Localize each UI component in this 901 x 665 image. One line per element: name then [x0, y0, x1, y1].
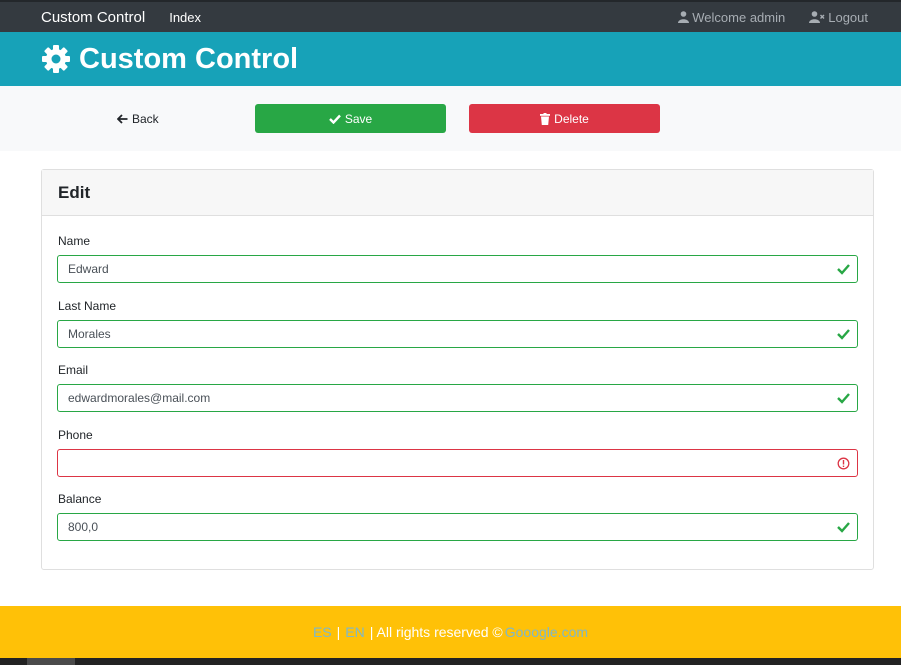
user-icon	[678, 11, 690, 23]
lang-en-link[interactable]: EN	[345, 624, 364, 640]
welcome-link[interactable]: Welcome admin	[678, 10, 785, 25]
bottom-strip	[0, 658, 901, 665]
last-name-label: Last Name	[58, 299, 117, 313]
welcome-text: Welcome admin	[692, 9, 786, 25]
back-label: Back	[132, 112, 159, 126]
bottom-tab	[27, 658, 75, 665]
logout-text: Logout	[828, 9, 868, 25]
brand-link[interactable]: Custom Control	[41, 9, 145, 26]
balance-label: Balance	[58, 492, 102, 506]
email-field-wrapper	[57, 384, 858, 412]
lang-es-link[interactable]: ES	[313, 624, 332, 640]
last-name-input[interactable]	[58, 321, 857, 347]
user-times-icon	[809, 11, 825, 23]
name-label: Name	[58, 234, 91, 248]
arrow-left-icon	[117, 114, 128, 124]
edit-card: Edit Name Last Name Email Phone Balance	[41, 169, 874, 570]
footer-site-link[interactable]: Gooogle.com	[505, 624, 588, 640]
phone-label: Phone	[58, 428, 93, 442]
footer-separator: |	[336, 624, 341, 640]
footer-rights-text: | All rights reserved ©	[369, 624, 503, 640]
balance-input[interactable]	[58, 514, 857, 540]
valid-check-icon	[837, 393, 850, 404]
email-label: Email	[58, 363, 89, 377]
name-field-wrapper	[57, 255, 858, 283]
save-label: Save	[344, 111, 373, 126]
page-header: Custom Control	[0, 32, 901, 86]
email-input[interactable]	[58, 385, 857, 411]
card-title: Edit	[58, 182, 91, 202]
top-navbar: Custom Control Index Welcome admin Logou…	[0, 0, 901, 32]
delete-label: Delete	[554, 111, 589, 126]
phone-field-wrapper	[57, 449, 858, 477]
valid-check-icon	[837, 329, 850, 340]
logout-link[interactable]: Logout	[809, 10, 868, 25]
error-circle-icon	[837, 457, 850, 470]
name-input[interactable]	[58, 256, 857, 282]
topbar-user-area: Welcome admin Logout	[654, 10, 868, 25]
valid-check-icon	[837, 264, 850, 275]
trash-icon	[540, 112, 551, 125]
footer: ES | EN | All rights reserved © Gooogle.…	[0, 606, 901, 658]
balance-field-wrapper	[57, 513, 858, 541]
valid-check-icon	[837, 522, 850, 533]
gear-icon	[42, 45, 70, 73]
card-header: Edit	[42, 170, 873, 216]
delete-button[interactable]: Delete	[469, 104, 660, 133]
page-title: Custom Control	[79, 42, 299, 75]
back-button[interactable]: Back	[117, 110, 159, 128]
last-name-field-wrapper	[57, 320, 858, 348]
phone-input[interactable]	[58, 450, 857, 476]
save-button[interactable]: Save	[255, 104, 446, 133]
check-icon	[328, 114, 341, 124]
action-bar: Back Save Delete	[0, 86, 901, 151]
nav-index-link[interactable]: Index	[169, 10, 201, 25]
